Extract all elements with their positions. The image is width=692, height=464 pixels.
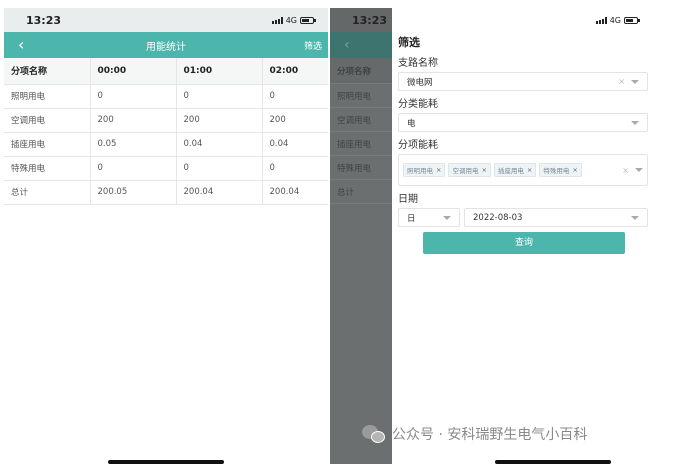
chevron-down-icon [631,120,639,125]
table-cell: 200 [262,108,328,133]
column-header: 02:00 [262,58,328,85]
overlay-row: 照明用电 [330,84,392,108]
tag-label: 插座用电 [497,167,524,175]
query-button[interactable]: 查询 [423,232,625,254]
table-cell: 插座用电 [4,132,91,157]
table-cell: 0 [262,156,328,181]
table-row: 空调用电 200 200 200 [4,108,328,133]
status-indicators: 4G [392,8,654,32]
stats-screen: 13:23 4G ‹ 用能统计 筛选 分项名称 00:00 01:00 02:0… [4,8,328,464]
battery-icon [300,16,316,24]
tag-chip: 照明用电 × [403,163,446,177]
chevron-down-icon [443,215,451,220]
status-indicators: 4G [271,15,316,25]
overlay-back-icon: ‹ [330,32,392,58]
category-label: 分类能耗 [398,99,438,110]
table-cell: 0.05 [90,132,177,157]
branch-label: 支路名称 [398,58,438,69]
dimmed-overlay[interactable]: 13:23 ‹ 分项名称 照明用电 空调用电 插座用电 特殊用电 总计 [330,8,392,464]
stats-table: 分项名称 00:00 01:00 02:00 照明用电 0 0 0 空调用电 2… [4,58,328,205]
close-icon[interactable]: × [436,166,441,174]
battery-icon [624,16,640,24]
table-cell: 空调用电 [4,108,91,133]
table-row: 插座用电 0.05 0.04 0.04 [4,132,328,157]
table-row: 照明用电 0 0 0 [4,84,328,109]
network-label: 4G [609,15,621,25]
home-indicator[interactable] [108,460,224,464]
close-icon[interactable]: × [527,166,532,174]
watermark: 公众号 · 安科瑞野生电气小百科 [362,424,587,444]
page-title: 用能统计 [146,41,186,53]
table-row-total: 总计 200.05 200.04 200.04 [4,180,328,205]
close-icon[interactable]: × [572,166,577,174]
watermark-text: 公众号 · 安科瑞野生电气小百科 [392,427,588,443]
chevron-down-icon [635,168,643,172]
table-cell: 0 [90,156,177,181]
signal-icon [595,16,607,24]
table-row: 特殊用电 0 0 0 [4,156,328,181]
clear-icon[interactable]: × [618,77,625,86]
close-icon[interactable]: × [481,166,486,174]
date-unit-value: 日 [407,213,416,224]
item-multiselect[interactable]: 照明用电 × 空调用电 × 插座用电 × 特殊用电 × × [398,154,648,186]
chevron-left-icon[interactable]: ‹ [18,37,32,53]
status-bar: 13:23 4G [4,8,328,32]
drawer-title: 筛选 [398,36,420,49]
column-header: 00:00 [90,58,177,85]
table-cell: 200.04 [262,180,328,205]
clear-icon[interactable]: × [622,166,629,175]
tag-chip: 插座用电 × [493,163,537,177]
column-header: 01:00 [176,58,263,85]
status-time: 13:23 [26,13,62,27]
table-cell: 总计 [4,180,91,205]
network-label: 4G [285,15,297,25]
category-select[interactable]: 电 [398,113,648,132]
chevron-down-icon [631,215,639,220]
date-picker[interactable]: 2022-08-03 [464,208,648,227]
table-cell: 照明用电 [4,84,91,109]
table-cell: 200 [176,108,263,133]
table-cell: 0 [176,84,263,109]
table-cell: 0 [176,156,263,181]
date-label: 日期 [398,194,418,205]
overlay-row: 特殊用电 [330,156,392,180]
column-header: 分项名称 [4,58,91,85]
item-label: 分项能耗 [398,140,438,151]
date-unit-select[interactable]: 日 [398,208,460,227]
table-cell: 200 [90,108,177,133]
table-cell: 0.04 [262,132,328,157]
nav-bar: ‹ 用能统计 筛选 [4,32,328,58]
branch-select[interactable]: 微电网 × [398,72,648,91]
date-value: 2022-08-03 [473,212,523,223]
tag-label: 特殊用电 [543,167,570,175]
tag-chip: 特殊用电 × [539,163,582,177]
table-cell: 0 [90,84,177,109]
table-cell: 特殊用电 [4,156,91,181]
tag-label: 空调用电 [452,167,479,175]
overlay-row: 分项名称 [330,58,392,84]
wechat-icon [362,424,386,444]
home-indicator[interactable] [495,460,611,464]
overlay-row: 插座用电 [330,132,392,156]
branch-value: 微电网 [407,77,433,88]
table-cell: 0 [262,84,328,109]
chevron-down-icon [631,79,639,84]
tag-chip: 空调用电 × [448,163,491,177]
table-cell: 200.04 [176,180,263,205]
category-value: 电 [407,118,416,129]
filter-drawer: 4G 筛选 支路名称 微电网 × 分类能耗 电 分项能耗 照明用电 × 空调用电… [392,8,654,464]
table-cell: 0.04 [176,132,263,157]
table-cell: 200.05 [90,180,177,205]
overlay-status-time: 13:23 [330,8,392,32]
tag-label: 照明用电 [407,167,433,175]
signal-icon [271,16,283,24]
overlay-row: 空调用电 [330,108,392,132]
filter-button[interactable]: 筛选 [304,39,322,52]
filter-screen: 13:23 ‹ 分项名称 照明用电 空调用电 插座用电 特殊用电 总计 4G 筛… [330,8,654,464]
overlay-row: 总计 [330,180,392,204]
table-header-row: 分项名称 00:00 01:00 02:00 [4,58,328,85]
